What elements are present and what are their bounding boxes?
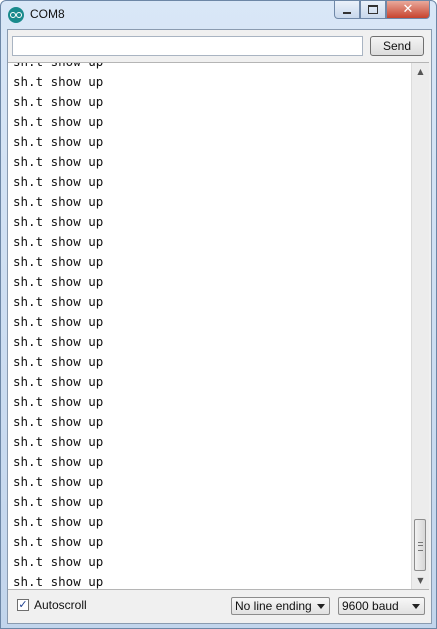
send-button[interactable]: Send: [370, 36, 424, 56]
output-line: sh.t show up: [13, 274, 104, 289]
scroll-up-arrow-icon[interactable]: ▲: [412, 63, 429, 80]
output-line: sh.t show up: [13, 314, 104, 329]
scrollbar-thumb[interactable]: [414, 519, 426, 571]
output-line: sh.t show up: [13, 254, 104, 269]
output-line: sh.t show up: [13, 494, 104, 509]
minimize-button[interactable]: [334, 1, 360, 19]
window-title: COM8: [30, 7, 65, 21]
window-controls: ✕: [334, 1, 430, 20]
output-line: sh.t show up: [13, 434, 104, 449]
output-line: sh.t show up: [13, 134, 104, 149]
baud-rate-select[interactable]: 9600 baud: [338, 597, 425, 615]
grip-icon: [418, 542, 423, 551]
minimize-icon: [343, 11, 351, 14]
footer-bar: ✓ Autoscroll No line ending 9600 baud: [8, 590, 429, 621]
close-button[interactable]: ✕: [386, 1, 430, 19]
output-line: sh.t show up: [13, 534, 104, 549]
client-area: Send sh.t show up sh.t show up sh.t show u…: [7, 29, 432, 624]
output-line: sh.t show up: [13, 114, 104, 129]
output-line: sh.t show up: [13, 554, 104, 569]
scroll-down-arrow-icon[interactable]: ▼: [412, 572, 429, 589]
output-line: sh.t show up: [13, 414, 104, 429]
checkmark-icon: ✓: [18, 598, 28, 611]
output-line: sh.t show up: [13, 174, 104, 189]
output-line: sh.t show up: [13, 514, 104, 529]
arduino-icon: [8, 7, 24, 23]
autoscroll-label[interactable]: Autoscroll: [34, 598, 87, 612]
output-line: sh.t show up: [13, 474, 104, 489]
vertical-scrollbar[interactable]: ▲ ▼: [411, 63, 429, 589]
serial-input[interactable]: [12, 36, 363, 56]
output-line: sh.t show up: [13, 214, 104, 229]
autoscroll-checkbox[interactable]: ✓: [17, 599, 29, 611]
output-line: sh.t show up: [13, 234, 104, 249]
output-line: sh.t show up: [13, 394, 104, 409]
output-line: sh.t show up: [13, 63, 103, 72]
output-line: sh.t show up: [13, 574, 104, 589]
output-line: sh.t show up: [13, 74, 104, 89]
chevron-down-icon: [317, 604, 325, 609]
serial-output[interactable]: sh.t show up sh.t show up sh.t show up sh.t…: [8, 62, 429, 590]
close-icon: ✕: [402, 2, 414, 17]
serial-monitor-window: COM8 ✕ Send sh.t show up sh.t show up sh.t…: [0, 0, 437, 629]
output-line: sh.t show up: [13, 194, 104, 209]
maximize-icon: [368, 5, 378, 14]
baud-rate-value: 9600 baud: [342, 599, 399, 613]
output-line: sh.t show up: [13, 94, 104, 109]
maximize-button[interactable]: [360, 1, 386, 19]
line-ending-value: No line ending: [235, 599, 312, 613]
output-line: sh.t show up: [13, 334, 104, 349]
output-line: sh.t show up: [13, 154, 104, 169]
output-line: sh.t show up: [13, 454, 104, 469]
output-line: sh.t show up: [13, 354, 104, 369]
line-ending-select[interactable]: No line ending: [231, 597, 330, 615]
output-line: sh.t show up: [13, 374, 104, 389]
output-line: sh.t show up: [13, 294, 104, 309]
chevron-down-icon: [412, 604, 420, 609]
title-bar[interactable]: COM8 ✕: [1, 1, 436, 29]
output-lines: sh.t show up sh.t show up sh.t show up sh.t…: [13, 63, 104, 589]
